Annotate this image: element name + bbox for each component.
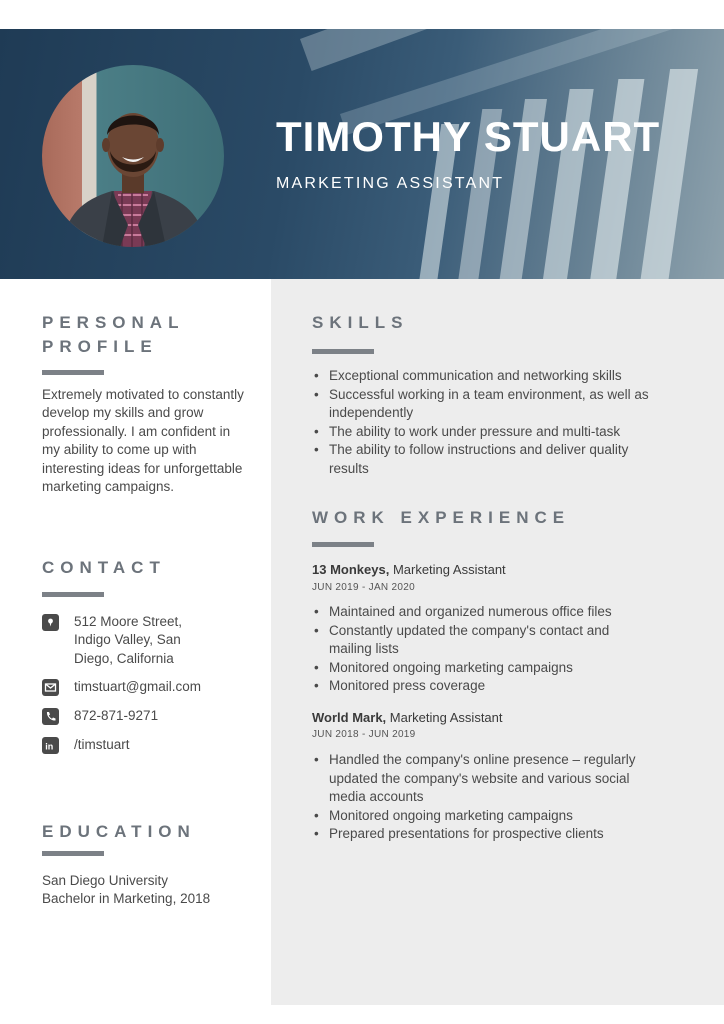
job-duty-item: Constantly updated the company's contact… bbox=[312, 622, 702, 659]
skill-item: Successful working in a team environment… bbox=[312, 386, 702, 423]
job-duty-item-line: Constantly updated the company's contact… bbox=[329, 622, 610, 638]
job-1-position: Marketing Assistant bbox=[389, 562, 506, 577]
education-heading: EDUCATION bbox=[42, 822, 196, 841]
education-divider bbox=[42, 851, 104, 856]
work-experience-divider bbox=[312, 542, 374, 547]
job-2-title: World Mark, Marketing Assistant bbox=[312, 710, 503, 725]
profile-photo bbox=[42, 65, 224, 247]
job-duty-item-line: Handled the company's online presence – … bbox=[329, 752, 636, 767]
job-duty-item: Monitored ongoing marketing campaigns bbox=[312, 659, 702, 678]
contact-address-text: 512 Moore Street, Indigo Valley, San Die… bbox=[74, 613, 182, 668]
job-duty-item-line: Monitored press coverage bbox=[329, 678, 486, 694]
candidate-name: TIMOTHY STUART bbox=[276, 113, 661, 160]
job-1-company: 13 Monkeys, bbox=[312, 562, 390, 577]
email-icon bbox=[42, 679, 59, 696]
contact-email-text[interactable]: timstuart@gmail.com bbox=[74, 678, 201, 696]
education-degree: Bachelor in Marketing, 2018 bbox=[42, 891, 211, 907]
skills-divider bbox=[312, 349, 374, 354]
skill-item-line: The ability to follow instructions and d… bbox=[329, 442, 629, 458]
job-duty-item-line: updated the company's website and variou… bbox=[329, 770, 630, 786]
location-icon bbox=[42, 614, 59, 631]
person-portrait-icon bbox=[62, 113, 206, 247]
job-duty-item-line: mailing lists bbox=[329, 641, 399, 657]
profile-divider bbox=[42, 370, 104, 375]
job-duty-item-line: Monitored ongoing marketing campaigns bbox=[329, 659, 573, 675]
job-duty-item: Maintained and organized numerous office… bbox=[312, 603, 702, 622]
job-1-title: 13 Monkeys, Marketing Assistant bbox=[312, 562, 506, 577]
profile-heading-line2: PROFILE bbox=[42, 337, 158, 356]
job-2-dates: JUN 2018 - JUN 2019 bbox=[312, 729, 416, 740]
education-details: San Diego University Bachelor in Marketi… bbox=[42, 872, 262, 909]
skill-item-line: independently bbox=[329, 405, 414, 421]
work-experience-heading: WORK EXPERIENCE bbox=[312, 508, 571, 527]
job-duty-item: Prepared presentations for prospective c… bbox=[312, 825, 702, 844]
candidate-role: MARKETING ASSISTANT bbox=[276, 175, 505, 192]
address-line: Diego, California bbox=[74, 650, 174, 666]
phone-icon bbox=[42, 708, 59, 725]
contact-heading: CONTACT bbox=[42, 558, 166, 577]
job-1-dates: JUN 2019 - JAN 2020 bbox=[312, 582, 415, 593]
job-1-duties: Maintained and organized numerous office… bbox=[312, 603, 702, 696]
skill-item-line: results bbox=[329, 460, 369, 476]
job-duty-item: Monitored press coverage bbox=[312, 677, 702, 696]
education-school: San Diego University bbox=[42, 873, 169, 888]
skill-item: The ability to follow instructions and d… bbox=[312, 441, 702, 478]
skill-item-line: The ability to work under pressure and m… bbox=[329, 423, 621, 439]
job-duty-item-line: Prepared presentations for prospective c… bbox=[329, 826, 604, 842]
job-duty-item-line: media accounts bbox=[329, 789, 424, 805]
skill-item-line: Exceptional communication and networking… bbox=[329, 368, 622, 383]
job-2-position: Marketing Assistant bbox=[386, 710, 503, 725]
profile-heading-line1: PERSONAL bbox=[42, 313, 185, 332]
address-line: Indigo Valley, San bbox=[74, 632, 181, 648]
header-background-column bbox=[589, 79, 645, 279]
job-2-company: World Mark, bbox=[312, 710, 387, 725]
address-line: 512 Moore Street, bbox=[74, 614, 183, 629]
resume-header: TIMOTHY STUART MARKETING ASSISTANT bbox=[0, 29, 724, 279]
profile-heading: PERSONAL PROFILE bbox=[42, 311, 184, 359]
svg-text:in: in bbox=[45, 742, 53, 752]
job-duty-item: Handled the company's online presence – … bbox=[312, 751, 702, 807]
contact-phone-text[interactable]: 872-871-9271 bbox=[74, 707, 158, 725]
skills-list: Exceptional communication and networking… bbox=[312, 367, 702, 479]
job-2-duties: Handled the company's online presence – … bbox=[312, 751, 702, 844]
contact-linkedin-text[interactable]: /timstuart bbox=[74, 736, 130, 754]
skill-item-line: Successful working in a team environment… bbox=[329, 386, 649, 402]
job-duty-item-line: Monitored ongoing marketing campaigns bbox=[329, 807, 573, 823]
job-duty-item-line: Maintained and organized numerous office… bbox=[329, 604, 612, 619]
job-duty-item: Monitored ongoing marketing campaigns bbox=[312, 807, 702, 826]
contact-divider bbox=[42, 592, 104, 597]
header-background-column bbox=[639, 69, 699, 279]
skills-heading: SKILLS bbox=[312, 313, 409, 332]
linkedin-icon: in bbox=[42, 737, 59, 754]
skill-item: Exceptional communication and networking… bbox=[312, 367, 702, 386]
skill-item: The ability to work under pressure and m… bbox=[312, 423, 702, 442]
profile-text: Extremely motivated to constantly develo… bbox=[42, 387, 244, 495]
